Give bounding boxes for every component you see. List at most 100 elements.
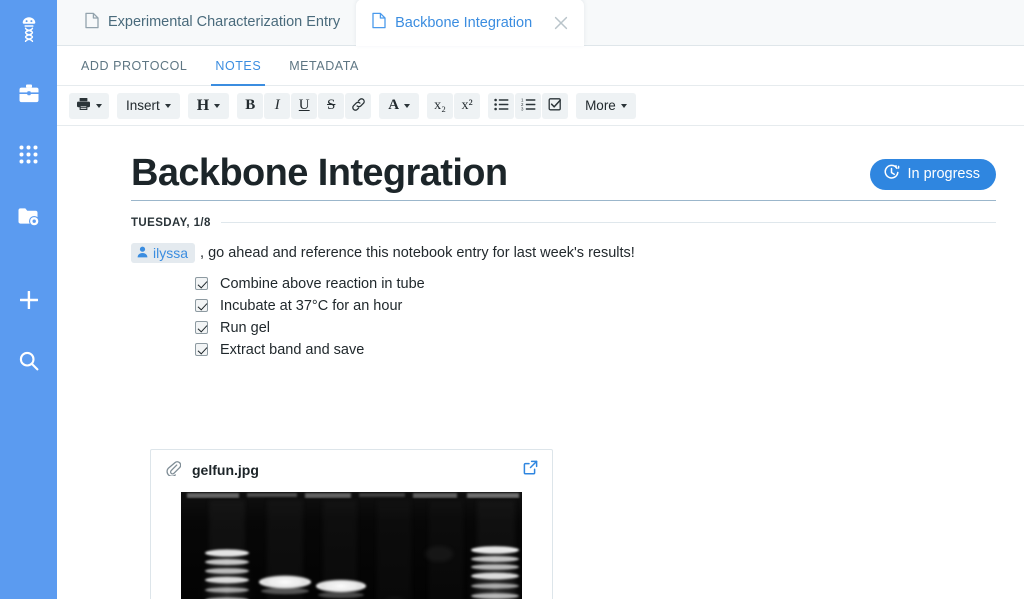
title-row: Backbone Integration In progress — [131, 153, 996, 201]
checklist-item-label: Incubate at 37°C for an hour — [220, 297, 403, 314]
main-panel: Experimental Characterization Entry Back… — [57, 0, 1024, 599]
subscript-label: x₂ — [434, 97, 446, 113]
tab-label: METADATA — [289, 58, 359, 73]
svg-text:3: 3 — [521, 106, 524, 110]
attachment-filename: gelfun.jpg — [192, 462, 259, 478]
editor-toolbar: Insert H B I U S A x₂ x² 1 2 3 More — [57, 86, 1024, 126]
tab-notes[interactable]: NOTES — [203, 46, 273, 86]
tab-label: ADD PROTOCOL — [81, 58, 188, 73]
folder-gear-icon — [17, 206, 40, 227]
date-divider — [220, 222, 996, 224]
sidebar-item-inventory[interactable] — [0, 193, 57, 239]
chevron-down-icon — [164, 103, 171, 108]
checklist-button[interactable] — [542, 92, 569, 119]
link-icon — [351, 97, 366, 115]
agarose-gel-electrophoresis-photo — [181, 492, 522, 599]
attachment-card[interactable]: gelfun.jpg — [150, 449, 553, 599]
tab-add-protocol[interactable]: ADD PROTOCOL — [69, 46, 199, 86]
document-icon — [85, 12, 99, 33]
tab-bar: Experimental Characterization Entry Back… — [57, 0, 1024, 46]
bold-label: B — [245, 97, 256, 113]
status-badge-label: In progress — [907, 166, 980, 183]
checklist-item[interactable]: Combine above reaction in tube — [195, 273, 1010, 295]
grid-apps-icon — [18, 144, 39, 165]
numbered-list-icon: 1 2 3 — [521, 97, 536, 114]
external-link-icon[interactable] — [523, 460, 538, 480]
strike-label: S — [327, 97, 336, 113]
checklist-item[interactable]: Extract band and save — [195, 339, 1010, 361]
date-label: TUESDAY, 1/8 — [131, 216, 211, 229]
insert-label: Insert — [126, 98, 160, 113]
font-color-label: A — [388, 97, 400, 113]
checklist-item[interactable]: Run gel — [195, 317, 1010, 339]
checklist: Combine above reaction in tube Incubate … — [195, 273, 1010, 361]
checkbox-check-icon — [548, 97, 562, 114]
link-button[interactable] — [345, 92, 372, 119]
superscript-label: x² — [461, 97, 473, 113]
numbered-list-button[interactable]: 1 2 3 — [515, 92, 542, 119]
tab-label: NOTES — [215, 58, 262, 73]
mention-paragraph: ilyssa , go ahead and reference this not… — [131, 242, 1010, 263]
checklist-item-label: Extract band and save — [220, 341, 365, 358]
heading-button[interactable]: H — [187, 92, 230, 119]
notes-document[interactable]: Backbone Integration In progress TUESDAY… — [57, 126, 1024, 599]
checkbox-icon[interactable] — [195, 321, 208, 335]
mention-chip-ilyssa[interactable]: ilyssa — [131, 242, 196, 263]
sidebar-nav — [0, 0, 57, 599]
tab-experimental-characterization-entry[interactable]: Experimental Characterization Entry — [69, 0, 356, 45]
paperclip-icon — [165, 460, 182, 481]
mention-username: ilyssa — [153, 244, 189, 261]
underline-button[interactable]: U — [291, 92, 318, 119]
sidebar-item-search[interactable] — [0, 338, 57, 384]
tab-metadata[interactable]: METADATA — [277, 46, 371, 86]
search-icon — [18, 350, 40, 372]
briefcase-icon — [18, 83, 40, 104]
sidebar-item-apps[interactable] — [0, 131, 57, 177]
italic-label: I — [274, 97, 280, 113]
print-button[interactable] — [69, 92, 109, 119]
strikethrough-button[interactable]: S — [318, 92, 345, 119]
checkbox-icon[interactable] — [195, 343, 208, 357]
close-icon[interactable] — [552, 14, 570, 32]
printer-icon — [76, 97, 91, 114]
date-row: TUESDAY, 1/8 — [131, 217, 996, 229]
person-icon — [137, 245, 148, 261]
bold-button[interactable]: B — [237, 92, 264, 119]
checklist-item[interactable]: Incubate at 37°C for an hour — [195, 295, 1010, 317]
chevron-down-icon — [214, 103, 221, 108]
document-icon — [372, 12, 386, 33]
bullet-list-icon — [493, 98, 509, 114]
subscript-button[interactable]: x₂ — [427, 92, 454, 119]
font-color-button[interactable]: A — [379, 92, 420, 119]
entry-section-tabs: ADD PROTOCOL NOTES METADATA — [57, 46, 1024, 86]
sidebar-item-projects[interactable] — [0, 70, 57, 116]
gel-image[interactable] — [181, 492, 522, 599]
mention-text: , go ahead and reference this notebook e… — [200, 244, 635, 261]
checklist-item-label: Combine above reaction in tube — [220, 275, 425, 292]
app-window: Experimental Characterization Entry Back… — [0, 0, 1024, 599]
plus-icon — [18, 289, 40, 311]
more-button[interactable]: More — [576, 92, 636, 119]
chevron-down-icon — [620, 103, 627, 108]
sidebar-item-lab-logo[interactable] — [0, 6, 57, 52]
underline-label: U — [298, 97, 310, 113]
heading-label: H — [196, 96, 210, 114]
sidebar-item-create[interactable] — [0, 277, 57, 323]
chevron-down-icon — [96, 103, 102, 108]
insert-button[interactable]: Insert — [117, 92, 180, 119]
checkbox-icon[interactable] — [195, 299, 208, 313]
tab-label: Backbone Integration — [395, 14, 533, 31]
checkbox-icon[interactable] — [195, 277, 208, 291]
italic-button[interactable]: I — [264, 92, 291, 119]
status-badge[interactable]: In progress — [870, 158, 996, 190]
superscript-button[interactable]: x² — [454, 92, 481, 119]
attachment-header: gelfun.jpg — [151, 450, 552, 490]
tab-backbone-integration[interactable]: Backbone Integration — [356, 0, 585, 46]
in-progress-clock-icon — [883, 164, 900, 185]
lab-logo-icon — [18, 16, 40, 42]
checklist-item-label: Run gel — [220, 319, 270, 336]
bulleted-list-button[interactable] — [488, 92, 515, 119]
tab-label: Experimental Characterization Entry — [108, 14, 341, 30]
more-label: More — [585, 98, 616, 113]
chevron-down-icon — [404, 103, 411, 108]
